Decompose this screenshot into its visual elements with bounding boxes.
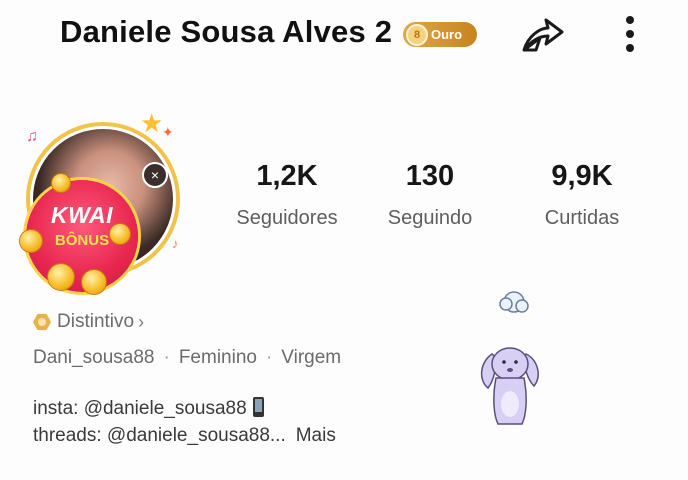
username: Dani_sousa88	[33, 347, 155, 368]
coin-icon	[48, 264, 74, 290]
small-sparkle-icon: ✦	[162, 124, 174, 140]
more-options-button[interactable]	[614, 14, 646, 58]
followers-label: Seguidores	[236, 207, 338, 229]
distintivo-label: Distintivo	[57, 311, 135, 332]
bio-more-link[interactable]: Mais	[296, 425, 336, 446]
mobile-phone-icon	[252, 397, 264, 417]
coin-icon	[82, 270, 106, 294]
mascot-sticker[interactable]	[474, 284, 548, 434]
followers-stat[interactable]: 1,2K Seguidores	[217, 160, 357, 230]
profile-info-line: Dani_sousa88 · Feminino · Virgem	[33, 347, 341, 369]
profile-name: Daniele Sousa Alves 2	[60, 14, 393, 49]
music-note-icon: ♪	[172, 236, 179, 251]
bonus-subtitle: BÔNUS	[54, 232, 110, 249]
following-label: Seguindo	[387, 207, 473, 229]
following-count: 130	[405, 160, 455, 192]
bunny-mascot-icon	[480, 291, 539, 425]
vertical-dots-icon	[626, 16, 634, 52]
avatar-area[interactable]: ★ ✦ ♫ ♪ KWAI BÔNUS ×	[20, 108, 198, 298]
likes-count: 9,9K	[551, 160, 613, 192]
followers-count: 1,2K	[256, 160, 318, 192]
close-sticker-button[interactable]: ×	[142, 162, 168, 188]
bio-line: insta: @daniele_sousa88	[33, 397, 264, 420]
zodiac-sign: Virgem	[281, 347, 342, 368]
likes-label: Curtidas	[544, 207, 620, 229]
badge-hexagon-icon	[33, 313, 51, 331]
separator: ·	[163, 347, 170, 368]
gender: Feminino	[178, 347, 257, 368]
following-stat[interactable]: 130 Seguindo	[360, 160, 500, 230]
music-note-icon: ♫	[26, 128, 38, 145]
gold-level-badge[interactable]: 8 Ouro	[403, 22, 477, 47]
badge-label: Ouro	[431, 27, 463, 42]
kwai-bonus-sticker[interactable]: KWAI BÔNUS	[20, 174, 138, 294]
share-button[interactable]	[518, 14, 568, 58]
chevron-right-icon: ›	[138, 311, 145, 332]
separator: ·	[265, 347, 273, 368]
gold-medal-icon: 8	[406, 23, 428, 46]
share-arrow-icon	[522, 18, 564, 52]
bio-text: insta: @daniele_sousa88	[33, 398, 247, 419]
bio-line: threads: @daniele_sousa88... Mais	[33, 425, 336, 447]
likes-stat[interactable]: 9,9K Curtidas	[512, 160, 652, 230]
coin-icon	[52, 174, 70, 192]
distintivo-link[interactable]: Distintivo ›	[33, 311, 144, 333]
bonus-title: KWAI	[50, 202, 114, 228]
bio-text: threads: @daniele_sousa88...	[33, 425, 286, 446]
